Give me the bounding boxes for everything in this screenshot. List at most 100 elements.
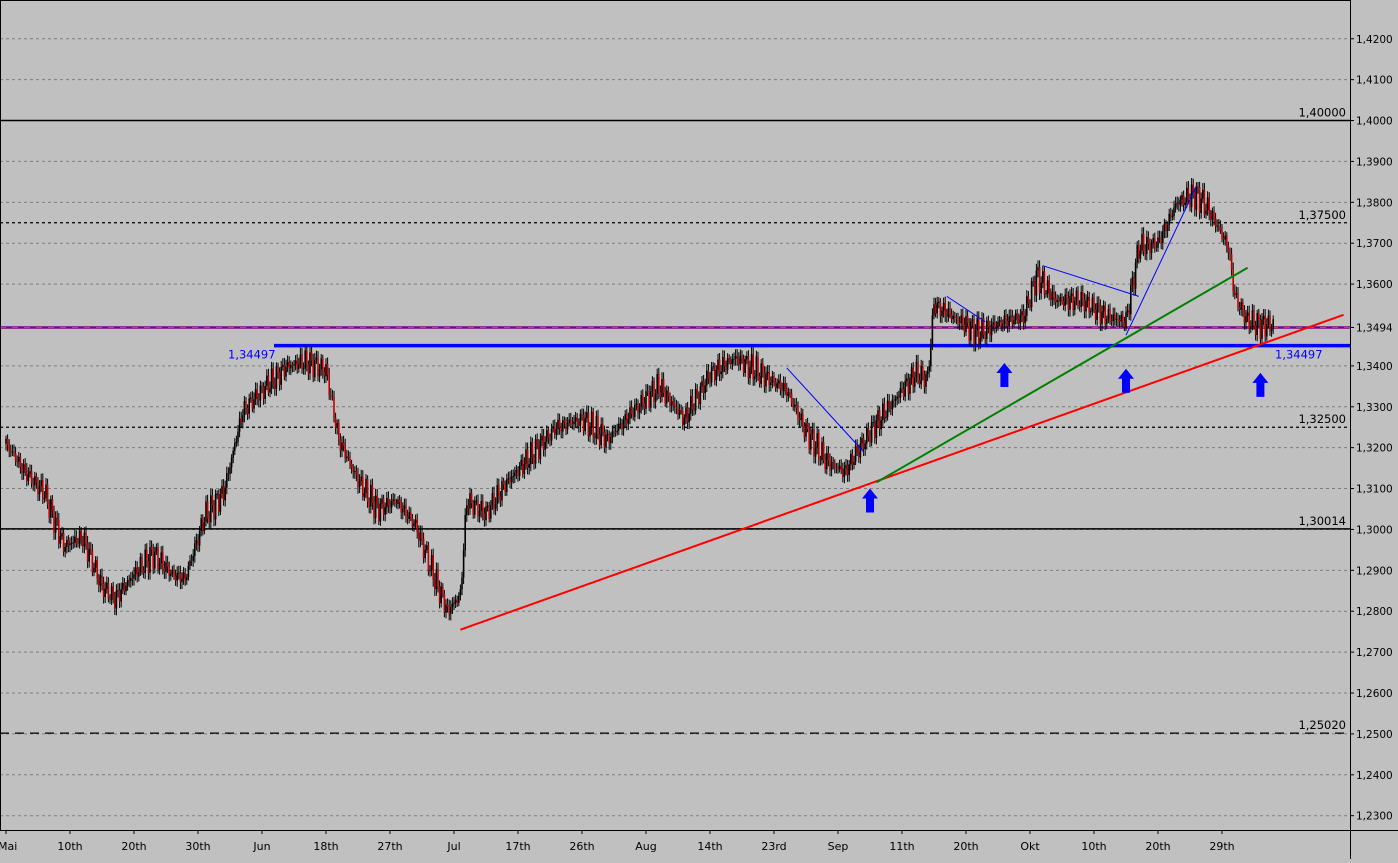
y-tick-label: 1,3700	[1356, 238, 1393, 250]
candle-body	[651, 380, 654, 392]
candle-body	[1094, 309, 1097, 320]
candle-body	[886, 400, 889, 417]
candle-body	[888, 400, 890, 408]
candle-body	[915, 361, 918, 378]
candle-body	[1229, 252, 1231, 255]
y-tick-label: 1,2800	[1356, 606, 1393, 618]
candle-body	[850, 453, 852, 465]
candle-body	[1144, 251, 1146, 254]
candle-body	[709, 378, 711, 383]
candle-body	[18, 456, 20, 462]
candle-body	[118, 590, 121, 602]
candle-body	[576, 417, 578, 422]
candle-body	[947, 308, 950, 318]
candle-body	[307, 364, 310, 374]
candle-body	[634, 405, 636, 418]
candle-body	[600, 424, 602, 446]
candle-body	[466, 505, 468, 516]
candle-body	[1093, 297, 1095, 310]
candle-body	[365, 478, 367, 494]
candle-body	[336, 423, 338, 428]
candle-body	[1235, 293, 1238, 295]
candle-body	[416, 519, 418, 532]
candle-body	[1152, 238, 1154, 243]
candle-body	[1222, 238, 1225, 240]
candle-body	[949, 308, 951, 315]
candle-body	[170, 573, 172, 577]
candle-body	[837, 467, 839, 470]
candle-body	[1186, 187, 1188, 203]
candle-body	[528, 464, 530, 468]
candle-body	[1042, 271, 1044, 283]
candle-body	[1014, 313, 1017, 321]
candle-body	[1246, 312, 1249, 316]
candle-body	[163, 567, 166, 572]
candle-body	[160, 552, 162, 564]
candle-body	[475, 500, 478, 502]
candle-body	[38, 485, 41, 495]
candle-body	[541, 435, 543, 441]
candle-body	[398, 499, 401, 503]
candle-body	[245, 401, 247, 408]
candle-body	[974, 330, 977, 345]
candle-body	[910, 367, 913, 378]
candle-body	[1259, 320, 1262, 339]
candle-body	[413, 523, 415, 527]
candle-body	[200, 518, 202, 531]
candle-body	[130, 578, 132, 582]
candle-body	[334, 417, 337, 428]
candle-body	[843, 468, 846, 477]
level-label: 1,25020	[1298, 718, 1346, 732]
candle-body	[203, 521, 206, 532]
candle-body	[542, 435, 545, 450]
y-tick-label: 1,3600	[1356, 279, 1393, 291]
candle-body	[1090, 311, 1092, 313]
x-tick-label: Jul	[446, 840, 460, 853]
candle-body	[266, 375, 268, 386]
candle-body	[390, 500, 393, 508]
candle-body	[678, 410, 681, 415]
candle-body	[318, 369, 321, 377]
candle-body	[1195, 186, 1198, 210]
candle-body	[136, 567, 138, 577]
candle-body	[597, 415, 599, 434]
candle-body	[419, 532, 422, 541]
candle-body	[1171, 216, 1174, 217]
candle-body	[98, 578, 100, 586]
candle-body	[323, 371, 326, 377]
candle-body	[150, 547, 153, 550]
candle-body	[872, 422, 874, 423]
candle-body	[440, 586, 442, 604]
candle-body	[638, 406, 641, 413]
candle-body	[294, 360, 297, 365]
y-tick-label: 1,4100	[1356, 75, 1393, 87]
candle-body	[1157, 237, 1159, 248]
candle-body	[1170, 213, 1172, 217]
candle-body	[757, 356, 759, 377]
x-tick-label: 27th	[377, 840, 402, 853]
candle-body	[997, 321, 999, 328]
candle-body	[760, 363, 762, 384]
candle-body	[1205, 210, 1207, 215]
candle-body	[96, 560, 98, 579]
candle-body	[1184, 202, 1186, 205]
candle-body	[370, 484, 372, 507]
candle-body	[782, 383, 785, 392]
candle-body	[1011, 315, 1014, 325]
candle-body	[1221, 230, 1223, 239]
candle-body	[259, 385, 262, 401]
candle-body	[1214, 218, 1217, 227]
candle-body	[90, 548, 92, 550]
candle-body	[61, 532, 63, 537]
candle-body	[781, 389, 783, 392]
candle-body	[963, 324, 966, 333]
candle-body	[958, 322, 961, 324]
candle-body	[1149, 243, 1151, 254]
candle-body	[168, 566, 170, 577]
candle-body	[869, 436, 871, 443]
candle-body	[262, 386, 265, 399]
candle-body	[846, 465, 849, 475]
candle-body	[758, 376, 761, 384]
candle-body	[624, 414, 626, 420]
candle-body	[984, 335, 986, 339]
